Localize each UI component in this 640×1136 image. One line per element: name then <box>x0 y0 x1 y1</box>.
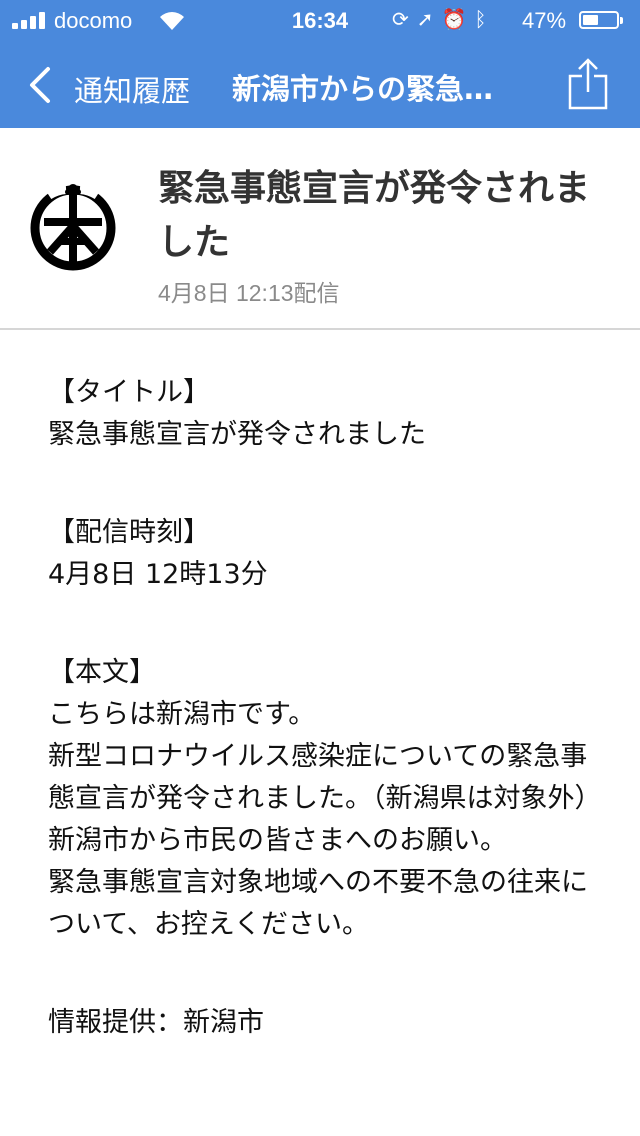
share-icon[interactable] <box>566 58 610 110</box>
body-paragraph: こちらは新潟市です。 <box>48 699 316 730</box>
divider <box>0 328 640 330</box>
back-button[interactable]: 通知履歴 <box>28 62 208 108</box>
status-bar: docomo 16:34 ⟳➚⏰ᛒ 47% <box>0 0 640 40</box>
battery-percent: 47% <box>522 8 567 33</box>
page-title: 新潟市からの緊急… <box>232 72 494 106</box>
orientation-lock-icon: ⟳ <box>392 9 417 31</box>
body-paragraph: 新型コロナウイルス感染症についての緊急事態宣言が発令されました。（新潟県は対象外… <box>48 741 602 814</box>
body-paragraph: 新潟市から市民の皆さまへのお願い。 <box>48 825 507 856</box>
info-source: 情報提供：新潟市 <box>48 1007 264 1038</box>
status-icons: ⟳➚⏰ᛒ <box>392 7 494 32</box>
message-title: 緊急事態宣言が発令されました <box>158 168 591 263</box>
location-arrow-icon: ➚ <box>416 9 442 31</box>
time-section-value: 4月8日 12時13分 <box>48 559 268 590</box>
bluetooth-icon: ᛒ <box>474 9 495 31</box>
title-section-value: 緊急事態宣言が発令されました <box>48 419 426 450</box>
body-paragraph: 緊急事態宣言対象地域への不要不急の往来について、お控えください。 <box>48 867 588 940</box>
title-section-label: 【タイトル】 <box>48 377 210 408</box>
message-header: 緊急事態宣言が発令されました 4月8日 12:13配信 <box>0 128 640 328</box>
message-body: 【タイトル】 緊急事態宣言が発令されました 【配信時刻】 4月8日 12時13分… <box>48 372 608 1044</box>
alarm-icon: ⏰ <box>441 9 475 31</box>
back-button-label: 通知履歴 <box>74 74 191 108</box>
message-date: 4月8日 12:13配信 <box>158 280 340 306</box>
battery-level-fill <box>583 15 599 25</box>
niigata-city-emblem-icon <box>30 182 116 271</box>
battery-icon <box>579 11 623 29</box>
chevron-left-icon <box>30 67 50 103</box>
navigation-bar: 通知履歴 新潟市からの緊急… <box>0 40 640 128</box>
text-section-label: 【本文】 <box>48 657 156 688</box>
time-section-label: 【配信時刻】 <box>48 517 210 548</box>
